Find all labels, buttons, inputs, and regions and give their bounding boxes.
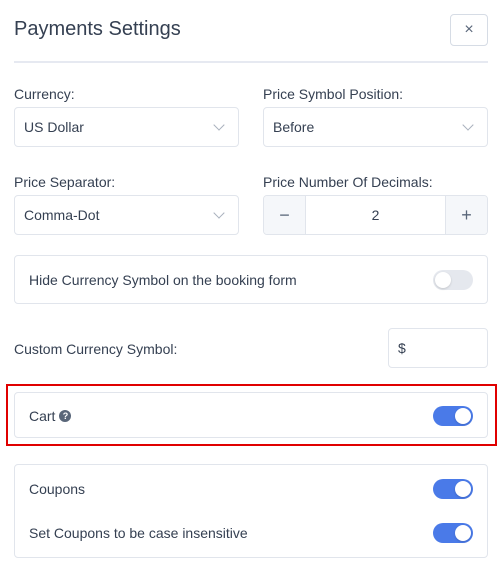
help-icon[interactable]: ? [59, 410, 72, 423]
currency-select[interactable]: US Dollar [14, 107, 239, 147]
chevron-down-icon [213, 206, 225, 219]
toggle-knob [455, 481, 471, 497]
decimals-decrement-button[interactable]: − [264, 196, 306, 234]
close-icon: × [464, 21, 474, 38]
payments-settings-panel: Payments Settings × Currency: US Dollar … [0, 0, 504, 576]
separator-label: Price Separator: [14, 174, 116, 190]
custom-symbol-input[interactable]: $ [388, 328, 488, 368]
coupons-case-label: Set Coupons to be case insensitive [29, 525, 248, 541]
toggle-knob [455, 408, 471, 424]
cart-label: Cart [29, 408, 56, 424]
chevron-down-icon [213, 118, 225, 131]
minus-icon: − [279, 204, 290, 225]
hide-symbol-label: Hide Currency Symbol on the booking form [29, 272, 297, 288]
toggle-knob [435, 272, 451, 288]
header-divider [14, 61, 488, 63]
decimals-label: Price Number Of Decimals: [263, 174, 433, 190]
symbol-position-value: Before [273, 119, 315, 135]
separator-select[interactable]: Comma-Dot [14, 195, 239, 235]
symbol-position-label: Price Symbol Position: [263, 86, 404, 102]
hide-symbol-card: Hide Currency Symbol on the booking form [14, 255, 488, 304]
custom-symbol-label: Custom Currency Symbol: [14, 341, 178, 357]
coupons-toggle[interactable] [433, 479, 473, 499]
close-button[interactable]: × [450, 14, 488, 46]
coupons-case-toggle[interactable] [433, 523, 473, 543]
toggle-knob [455, 525, 471, 541]
cart-card: Cart? [14, 392, 488, 438]
decimals-increment-button[interactable]: + [445, 196, 487, 234]
page-title: Payments Settings [14, 18, 181, 40]
currency-label: Currency: [14, 86, 75, 102]
currency-value: US Dollar [24, 119, 84, 135]
separator-value: Comma-Dot [24, 207, 100, 223]
coupons-card: Coupons Set Coupons to be case insensiti… [14, 464, 488, 558]
cart-toggle[interactable] [433, 406, 473, 426]
decimals-stepper: − 2 + [263, 195, 488, 235]
hide-symbol-toggle[interactable] [433, 270, 473, 290]
coupons-label: Coupons [29, 481, 86, 497]
decimals-input[interactable]: 2 [306, 196, 445, 234]
cart-label-group: Cart? [29, 408, 72, 424]
chevron-down-icon [462, 118, 474, 131]
plus-icon: + [461, 204, 472, 225]
symbol-position-select[interactable]: Before [263, 107, 488, 147]
